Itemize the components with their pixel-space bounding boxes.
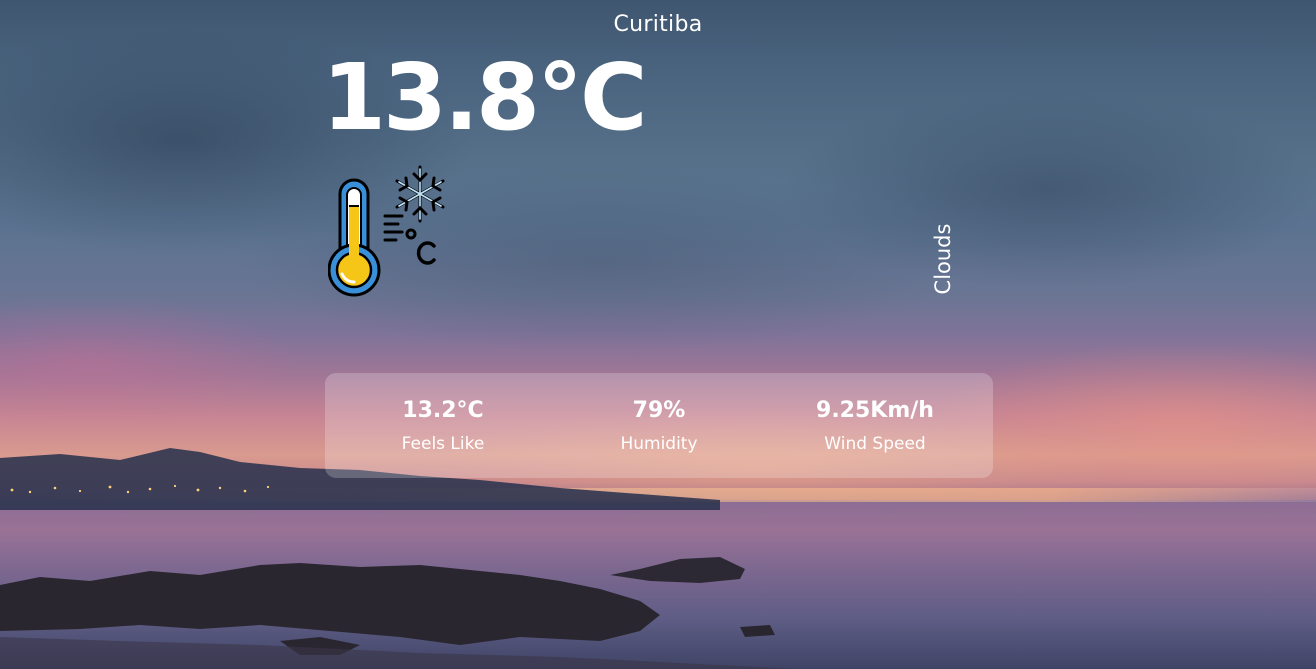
- feels-like-stat: 13.2°C Feels Like: [343, 397, 543, 454]
- humidity-stat: 79% Humidity: [559, 397, 759, 454]
- city-name: Curitiba: [613, 12, 703, 37]
- shore-rocks: [0, 557, 800, 669]
- humidity-value: 79%: [632, 398, 686, 423]
- wind-speed-stat: 9.25Km/h Wind Speed: [775, 397, 975, 454]
- humidity-label: Humidity: [620, 433, 698, 454]
- wind-speed-label: Wind Speed: [824, 433, 926, 454]
- weather-details-panel: 13.2°C Feels Like 79% Humidity 9.25Km/h …: [325, 373, 993, 478]
- current-temperature: 13.8°C: [322, 44, 648, 151]
- wind-speed-value: 9.25Km/h: [816, 398, 934, 423]
- feels-like-value: 13.2°C: [402, 398, 484, 423]
- weather-condition: Clouds: [931, 223, 955, 295]
- background-scene: Curitiba 13.8°C Clouds 13.2°C Feels Like…: [0, 0, 1316, 669]
- feels-like-label: Feels Like: [401, 433, 485, 454]
- city-lights: [10, 484, 270, 494]
- thermometer-snowflake-icon: [327, 162, 458, 300]
